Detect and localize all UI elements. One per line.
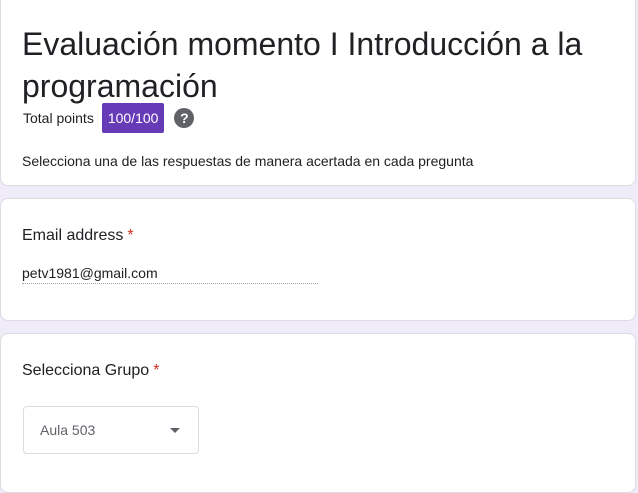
form-description: Selecciona una de las respuestas de mane… [22, 153, 474, 169]
group-question-label: Selecciona Grupo * [22, 362, 159, 380]
total-points-label: Total points [23, 110, 94, 126]
email-question-label: Email address * [22, 227, 134, 245]
required-asterisk: * [127, 227, 134, 244]
help-icon[interactable]: ? [174, 108, 195, 128]
score-badge: 100/100 [101, 103, 165, 133]
form-title: Evaluación momento I Introducción a la p… [22, 26, 583, 104]
email-label-text: Email address [22, 227, 124, 244]
email-question-card [0, 198, 636, 321]
required-asterisk: * [153, 362, 160, 379]
group-dropdown[interactable]: Aula 503 [23, 406, 199, 454]
group-label-text: Selecciona Grupo [22, 362, 150, 379]
group-dropdown-value: Aula 503 [40, 422, 96, 438]
email-field[interactable]: petv1981@gmail.com [22, 265, 318, 284]
total-points-row: Total points 100/100 ? [23, 103, 195, 133]
dropdown-caret-icon [170, 428, 180, 433]
